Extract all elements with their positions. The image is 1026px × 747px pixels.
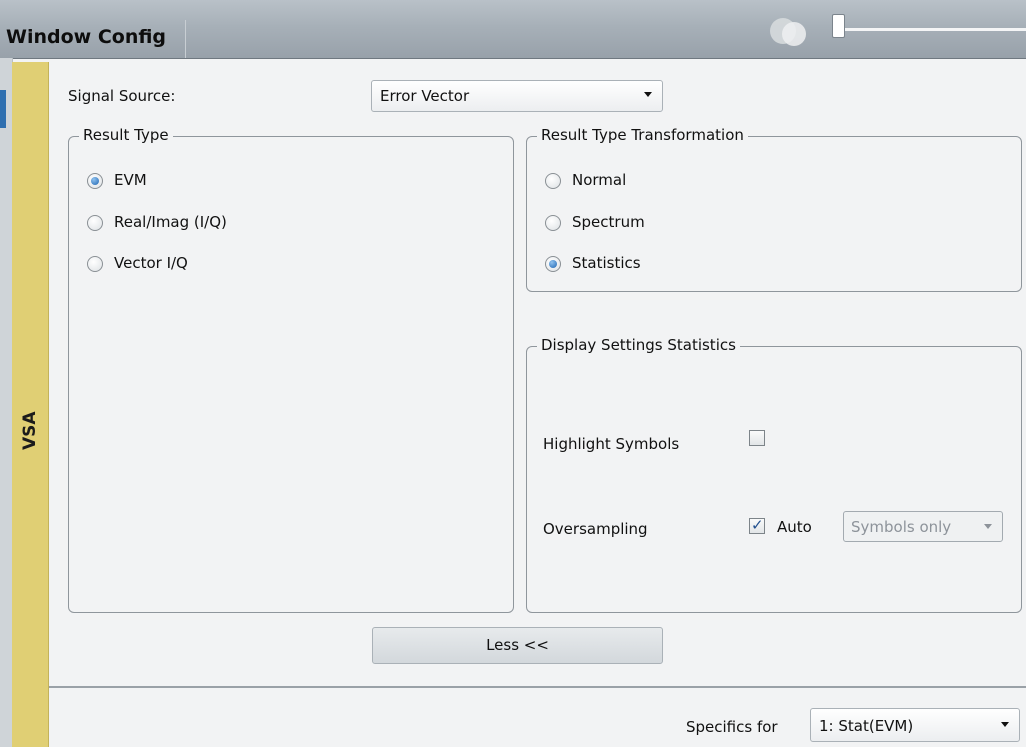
window-title: Window Config [6,26,167,48]
signal-source-dropdown[interactable]: Error Vector [371,80,663,112]
less-button[interactable]: Less << [372,627,663,664]
radio-button-icon[interactable] [87,256,103,272]
radio-button-icon[interactable] [545,215,561,231]
signal-source-label: Signal Source: [68,87,176,105]
chevron-down-icon [644,92,652,97]
radio-vector-iq[interactable]: Vector I/Q [87,254,287,276]
auto-checkbox[interactable] [749,516,765,534]
radio-vector-iq-label: Vector I/Q [114,254,188,272]
radio-evm[interactable]: EVM [87,171,287,193]
transformation-legend: Result Type Transformation [537,126,748,144]
transparency-slider-thumb[interactable] [832,14,845,38]
result-type-group: Result Type [68,126,514,613]
display-settings-legend: Display Settings Statistics [537,336,740,354]
radio-normal[interactable]: Normal [545,171,745,193]
display-settings-group: Display Settings Statistics [526,336,1022,613]
title-separator [185,20,186,58]
radio-button-icon[interactable] [545,173,561,189]
window-title-bar: Window Config [0,0,1026,59]
left-strip-marker [0,90,6,128]
radio-real-imag-label: Real/Imag (I/Q) [114,213,227,231]
auto-label: Auto [777,518,812,536]
chevron-down-icon [1001,722,1009,727]
result-type-legend: Result Type [79,126,173,144]
specifics-value: 1: Stat(EVM) [819,717,914,735]
signal-source-value: Error Vector [380,87,470,105]
radio-real-imag[interactable]: Real/Imag (I/Q) [87,213,287,235]
specifics-dropdown[interactable]: 1: Stat(EVM) [810,708,1020,742]
radio-statistics[interactable]: Statistics [545,254,745,276]
highlight-symbols-checkbox[interactable] [749,430,765,446]
radio-evm-label: EVM [114,171,147,189]
chevron-down-icon [984,524,992,529]
radio-spectrum-label: Spectrum [572,213,645,231]
highlight-symbols-label: Highlight Symbols [543,435,680,453]
radio-button-icon[interactable] [87,173,103,189]
vsa-tab[interactable]: VSA [12,62,49,747]
radio-spectrum[interactable]: Spectrum [545,213,745,235]
oversampling-value: Symbols only [851,518,952,536]
oversampling-label: Oversampling [543,520,648,538]
radio-button-icon[interactable] [545,256,561,272]
transparency-slider-track[interactable] [842,28,1026,31]
radio-normal-label: Normal [572,171,627,189]
radio-button-icon[interactable] [87,215,103,231]
oversampling-dropdown[interactable]: Symbols only [843,511,1003,542]
specifics-label: Specifics for [686,718,778,736]
transparency-icon[interactable] [770,16,814,46]
vsa-tab-label: VSA [20,411,40,450]
radio-statistics-label: Statistics [572,254,641,272]
